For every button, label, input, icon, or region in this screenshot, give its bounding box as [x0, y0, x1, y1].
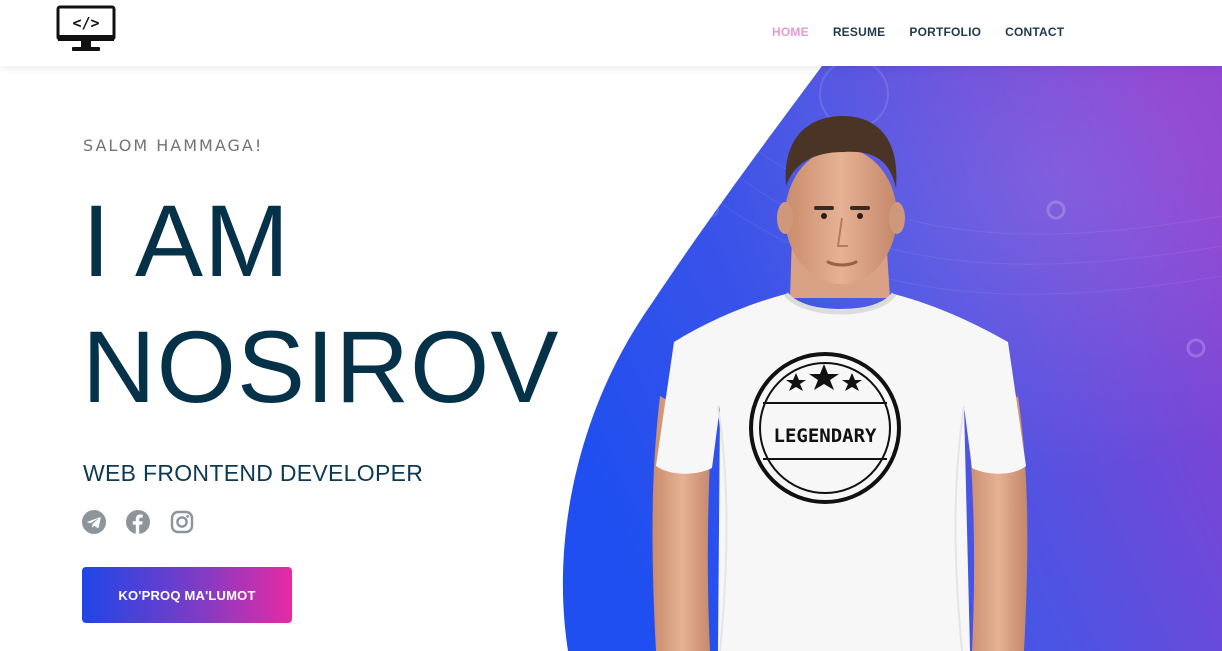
nav-portfolio[interactable]: PORTFOLIO [897, 24, 993, 40]
more-info-button[interactable]: KO'PROQ MA'LUMOT [82, 567, 292, 623]
instagram-icon[interactable] [170, 510, 194, 534]
hero-title: I AM NOSIROV [82, 178, 602, 430]
hero-title-line1: I AM [82, 184, 291, 298]
hero-title-line2: NOSIROV [82, 310, 560, 424]
telegram-icon[interactable] [82, 510, 106, 534]
nav-home[interactable]: HOME [760, 24, 821, 40]
site-header: </> HOME RESUME PORTFOLIO CONTACT [0, 0, 1222, 66]
hero-illustration: LEGENDARY [560, 66, 1222, 651]
facebook-icon[interactable] [126, 510, 150, 534]
shirt-text: LEGENDARY [774, 425, 878, 447]
logo-text: </> [72, 14, 99, 32]
nav-resume[interactable]: RESUME [821, 24, 898, 40]
hero-subtitle: WEB FRONTEND DEVELOPER [83, 460, 424, 486]
social-links [82, 510, 194, 534]
greeting-text: SALOM HAMMAGA! [83, 136, 264, 155]
nav-contact[interactable]: CONTACT [993, 24, 1076, 40]
code-monitor-icon[interactable]: </> [56, 5, 116, 53]
main-nav: HOME RESUME PORTFOLIO CONTACT [760, 24, 1076, 40]
